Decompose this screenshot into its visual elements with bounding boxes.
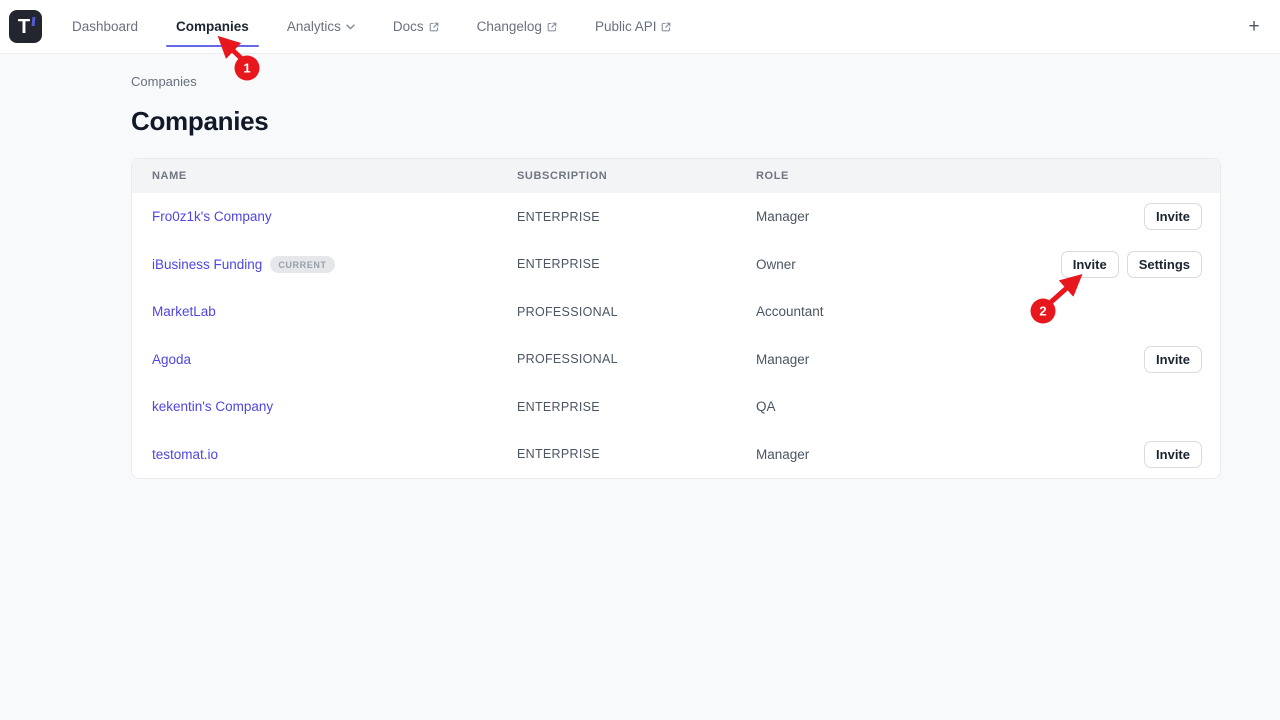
- nav-item-label: Public API: [595, 19, 657, 34]
- company-link[interactable]: MarketLab: [152, 304, 216, 319]
- nav-item-label: Docs: [393, 19, 424, 34]
- nav-item-analytics[interactable]: Analytics: [277, 0, 365, 53]
- logo-letter: T: [18, 17, 30, 37]
- chevron-down-icon: [346, 24, 355, 30]
- row-actions: Invite: [1056, 441, 1202, 468]
- subscription-cell: ENTERPRISE: [517, 257, 756, 271]
- table-row: Fro0z1k's Company ENTERPRISEManager Invite: [132, 193, 1220, 241]
- subscription-cell: ENTERPRISE: [517, 447, 756, 461]
- nav-item-changelog[interactable]: Changelog: [467, 0, 567, 53]
- invite-button[interactable]: Invite: [1144, 203, 1202, 230]
- column-header-name: Name: [152, 170, 517, 182]
- subscription-cell: ENTERPRISE: [517, 400, 756, 414]
- role-cell: Manager: [756, 352, 1056, 367]
- subscription-cell: ENTERPRISE: [517, 210, 756, 224]
- invite-button[interactable]: Invite: [1144, 441, 1202, 468]
- role-cell: Manager: [756, 209, 1056, 224]
- row-actions: Invite Settings: [1056, 251, 1202, 278]
- table-row: iBusiness FundingCURRENTENTERPRISEOwnerI…: [132, 241, 1220, 289]
- external-link-icon: [661, 22, 671, 32]
- page-title: Companies: [131, 106, 1280, 137]
- nav-item-label: Changelog: [477, 19, 542, 34]
- table-header-row: Name Subscription Role: [132, 159, 1220, 193]
- invite-button[interactable]: Invite: [1061, 251, 1119, 278]
- company-link[interactable]: iBusiness Funding: [152, 257, 262, 272]
- current-badge: CURRENT: [270, 256, 334, 273]
- table-row: Agoda PROFESSIONALManager Invite: [132, 336, 1220, 384]
- annotation-number-1: 1: [243, 61, 250, 76]
- breadcrumb[interactable]: Companies: [131, 74, 197, 89]
- subscription-cell: PROFESSIONAL: [517, 352, 756, 366]
- add-company-plus-icon[interactable]: +: [1242, 15, 1266, 39]
- logo-accent-tick: [32, 17, 36, 26]
- nav-item-companies[interactable]: Companies: [166, 0, 259, 53]
- invite-button[interactable]: Invite: [1144, 346, 1202, 373]
- row-actions: Invite: [1056, 203, 1202, 230]
- nav-item-label: Companies: [176, 19, 249, 34]
- nav-item-public-api[interactable]: Public API: [585, 0, 682, 53]
- external-link-icon: [429, 22, 439, 32]
- company-link[interactable]: kekentin's Company: [152, 399, 273, 414]
- nav-item-docs[interactable]: Docs: [383, 0, 449, 53]
- role-cell: Manager: [756, 447, 1056, 462]
- testomat-logo[interactable]: T: [9, 10, 42, 43]
- column-header-role: Role: [756, 170, 1056, 182]
- external-link-icon: [547, 22, 557, 32]
- companies-table: Name Subscription Role Fro0z1k's Company…: [131, 158, 1221, 479]
- nav-item-label: Dashboard: [72, 19, 138, 34]
- company-link[interactable]: testomat.io: [152, 447, 218, 462]
- company-link[interactable]: Fro0z1k's Company: [152, 209, 272, 224]
- table-row: kekentin's Company ENTERPRISEQA: [132, 383, 1220, 431]
- table-body: Fro0z1k's CompanyENTERPRISEManagerInvite…: [132, 193, 1220, 478]
- role-cell: Owner: [756, 257, 1056, 272]
- table-row: MarketLab PROFESSIONALAccountant: [132, 288, 1220, 336]
- subscription-cell: PROFESSIONAL: [517, 305, 756, 319]
- top-navigation-bar: T Dashboard Companies Analytics Docs Changel…: [0, 0, 1280, 54]
- company-link[interactable]: Agoda: [152, 352, 191, 367]
- column-header-subscription: Subscription: [517, 170, 756, 182]
- nav-items: Dashboard Companies Analytics Docs Changelog…: [53, 0, 690, 53]
- table-row: testomat.io ENTERPRISEManager Invite: [132, 431, 1220, 479]
- role-cell: QA: [756, 399, 1056, 414]
- nav-item-label: Analytics: [287, 19, 341, 34]
- role-cell: Accountant: [756, 304, 1056, 319]
- nav-item-dashboard[interactable]: Dashboard: [62, 0, 148, 53]
- settings-button[interactable]: Settings: [1127, 251, 1202, 278]
- row-actions: Invite: [1056, 346, 1202, 373]
